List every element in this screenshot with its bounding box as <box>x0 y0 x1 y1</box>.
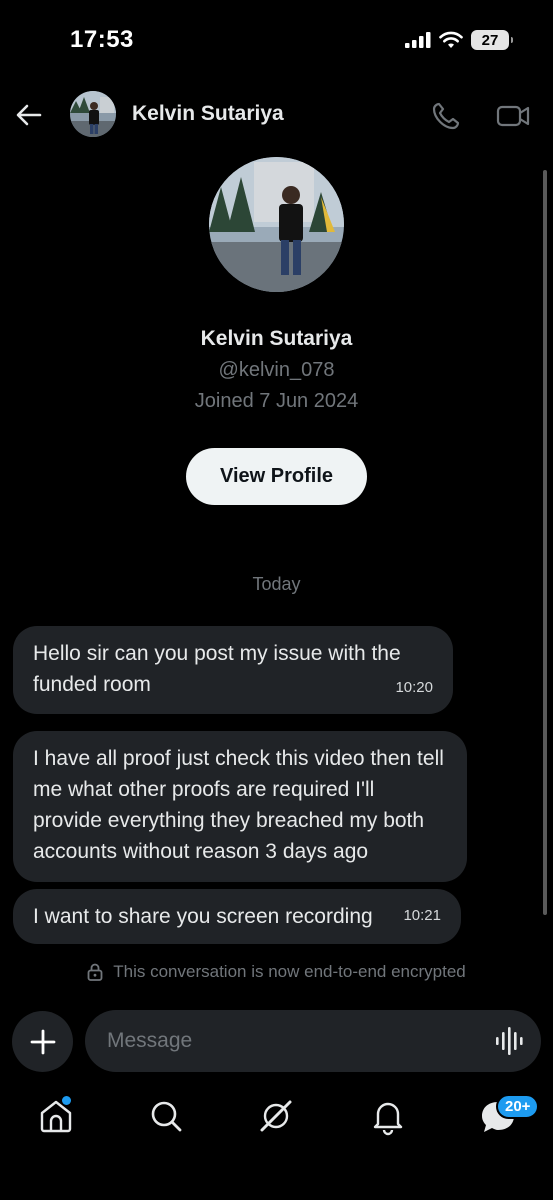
status-icons: 27 <box>405 30 513 50</box>
view-profile-button[interactable]: View Profile <box>186 448 367 505</box>
message-time: 10:21 <box>403 907 441 924</box>
profile-avatar[interactable] <box>209 157 344 292</box>
profile-handle: @kelvin_078 <box>218 359 335 381</box>
nav-notifications[interactable] <box>368 1096 408 1136</box>
signal-icon <box>405 32 431 48</box>
header-avatar[interactable] <box>70 91 116 137</box>
back-arrow-icon[interactable] <box>14 100 44 130</box>
bottom-navigation <box>0 1080 553 1200</box>
search-icon <box>151 1101 182 1132</box>
message-bubble[interactable]: I want to share you screen recording 10:… <box>13 889 461 944</box>
message-bubble[interactable]: Hello sir can you post my issue with the… <box>13 626 453 714</box>
nav-grok[interactable] <box>256 1096 296 1136</box>
message-text: I want to share you screen recording <box>33 905 373 928</box>
video-icon[interactable] <box>496 100 530 132</box>
notifications-icon <box>373 1102 403 1136</box>
messages-badge: 20+ <box>496 1094 540 1119</box>
message-time: 10:20 <box>395 679 433 696</box>
status-bar: 17:53 27 <box>0 0 553 80</box>
profile-joined-date: Joined 7 Jun 2024 <box>194 390 359 412</box>
encryption-notice: This conversation is now end-to-end encr… <box>0 962 553 982</box>
home-indicator <box>190 1186 363 1192</box>
conversation-header: Kelvin Sutariya <box>0 82 553 146</box>
day-separator: Today <box>252 574 301 594</box>
plus-icon <box>30 1029 55 1054</box>
message-bubble[interactable]: I have all proof just check this video t… <box>13 731 467 882</box>
lock-icon <box>87 963 103 981</box>
nav-search[interactable] <box>146 1096 186 1136</box>
add-attachment-button[interactable] <box>12 1011 73 1072</box>
nav-home[interactable] <box>36 1096 76 1136</box>
grok-icon <box>260 1100 292 1132</box>
message-text: I have all proof just check this video t… <box>33 747 444 863</box>
wifi-icon <box>439 31 463 48</box>
status-time: 17:53 <box>70 26 134 53</box>
phone-icon[interactable] <box>430 100 462 132</box>
scrollbar[interactable] <box>543 170 547 915</box>
message-input[interactable] <box>85 1010 541 1072</box>
header-contact-name[interactable]: Kelvin Sutariya <box>132 102 284 126</box>
message-text: Hello sir can you post my issue with the… <box>33 642 401 696</box>
home-notification-dot <box>62 1096 71 1105</box>
encryption-text: This conversation is now end-to-end encr… <box>113 962 466 981</box>
battery-icon: 27 <box>471 30 513 50</box>
voice-waveform-icon[interactable] <box>494 1026 526 1056</box>
profile-name: Kelvin Sutariya <box>200 327 353 350</box>
